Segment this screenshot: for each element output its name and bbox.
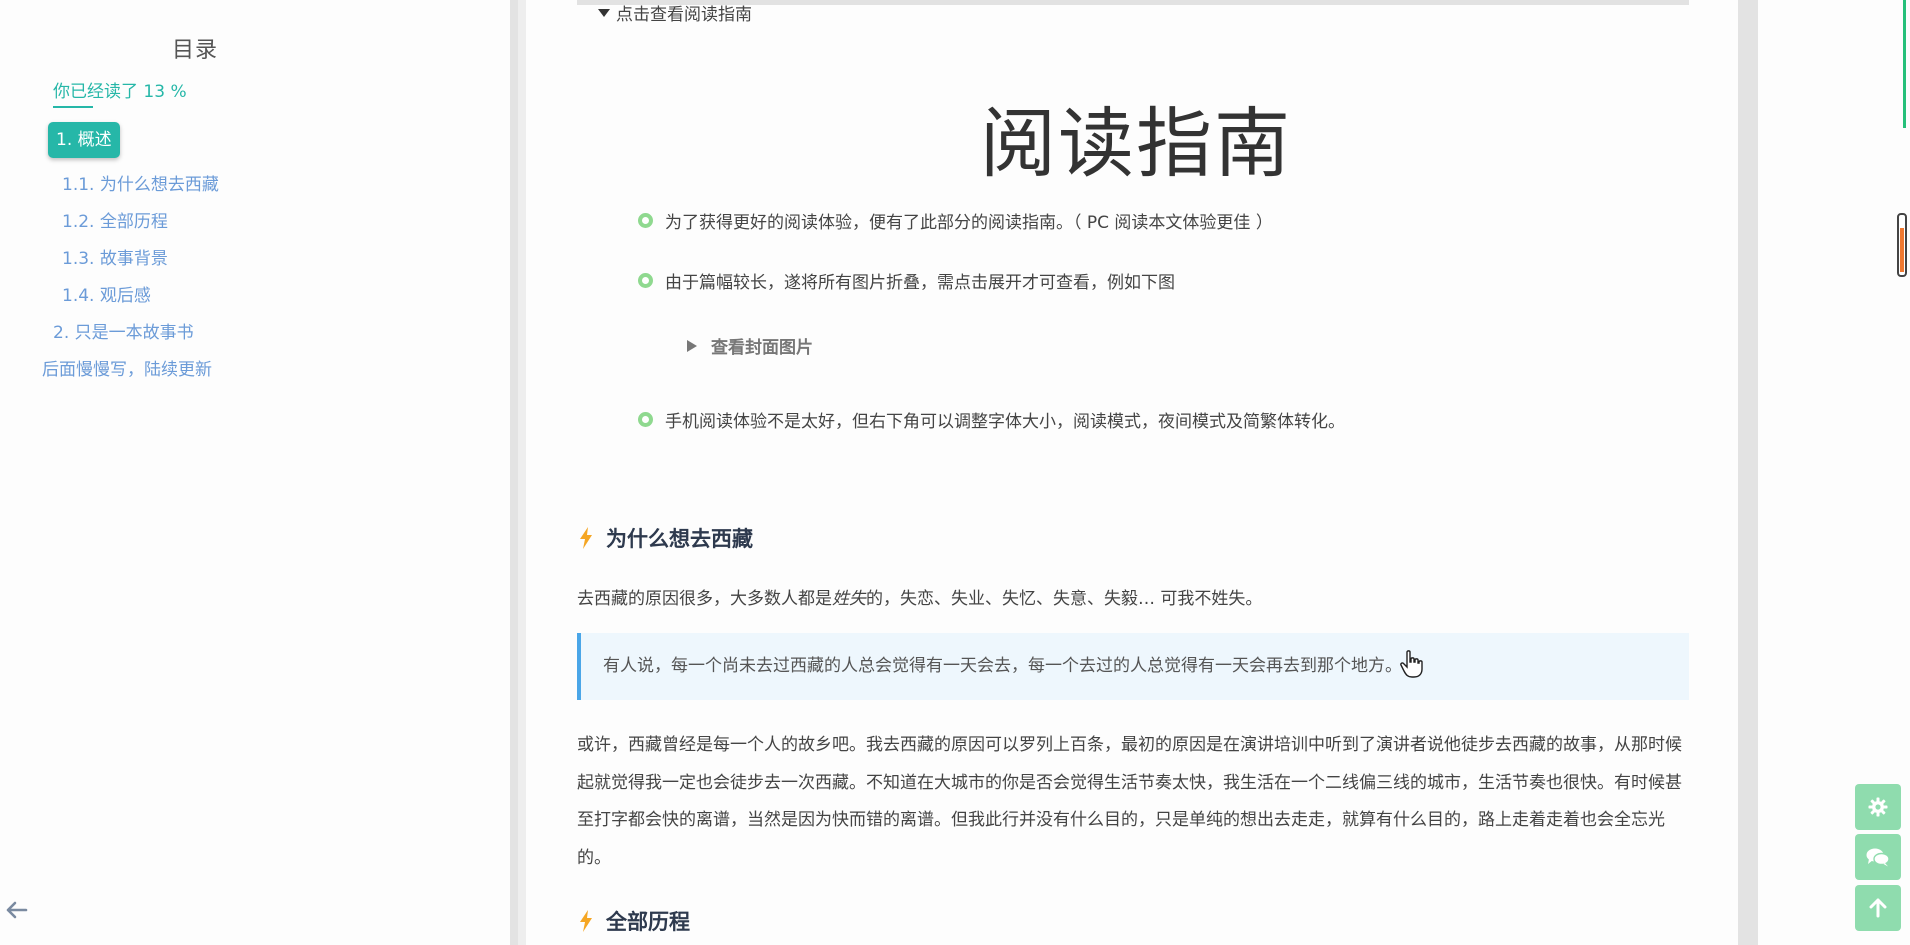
reading-guide-summary[interactable]: 点击查看阅读指南 bbox=[598, 0, 752, 25]
intro-text-emphasis: 姓失 bbox=[832, 589, 866, 609]
bullet-circle-icon bbox=[638, 412, 653, 427]
toc-item-overview[interactable]: 1. 概述 bbox=[48, 122, 120, 158]
arrow-left-icon[interactable] bbox=[6, 900, 28, 925]
toc-sidebar: 目录 你已经读了 13 % 1. 概述 1.1. 为什么想去西藏 1.2. 全部… bbox=[0, 0, 510, 945]
settings-button[interactable] bbox=[1855, 784, 1901, 830]
progress-underline bbox=[53, 106, 93, 108]
toc-item-more[interactable]: 后面慢慢写，陆续更新 bbox=[42, 355, 212, 380]
caret-down-icon bbox=[598, 9, 610, 17]
toc-title: 目录 bbox=[172, 38, 219, 63]
back-to-top-button[interactable] bbox=[1855, 885, 1901, 931]
guide-bullet-text: 手机阅读体验不是太好，但右下角可以调整字体大小，阅读模式，夜间模式及简繁体转化。 bbox=[665, 412, 1345, 432]
arrow-up-icon bbox=[1869, 898, 1887, 918]
toc-item-why-tibet[interactable]: 1.1. 为什么想去西藏 bbox=[62, 170, 219, 195]
bullet-circle-icon bbox=[638, 213, 653, 228]
page-scroll-indicator bbox=[1903, 0, 1906, 128]
intro-text-prefix: 去西藏的原因很多，大多数人都是 bbox=[577, 589, 832, 609]
toc-item-full-journey[interactable]: 1.2. 全部历程 bbox=[62, 207, 168, 232]
section-heading-why-tibet: 为什么想去西藏 bbox=[578, 523, 753, 553]
reading-guide-summary-label: 点击查看阅读指南 bbox=[616, 5, 752, 25]
comments-icon bbox=[1866, 848, 1890, 867]
guide-bullet: 由于篇幅较长，遂将所有图片折叠，需点击展开才可查看，例如下图 bbox=[638, 268, 1175, 293]
section-heading-text: 为什么想去西藏 bbox=[606, 527, 753, 551]
guide-bullet-text: 为了获得更好的阅读体验，便有了此部分的阅读指南。（ PC 阅读本文体验更佳 ） bbox=[665, 213, 1273, 233]
bolt-icon bbox=[580, 910, 592, 932]
content-left-shadow bbox=[518, 0, 526, 945]
toc-item-background[interactable]: 1.3. 故事背景 bbox=[62, 244, 168, 269]
bolt-icon bbox=[580, 527, 592, 549]
intro-text-suffix: 的，失恋、失业、失忆、失意、失毅… 可我不姓失。 bbox=[866, 589, 1263, 609]
intro-paragraph: 去西藏的原因很多，大多数人都是姓失的，失恋、失业、失忆、失意、失毅… 可我不姓失… bbox=[577, 584, 1262, 609]
comments-button[interactable] bbox=[1855, 834, 1901, 880]
cover-image-toggle[interactable]: 查看封面图片 bbox=[687, 333, 813, 358]
cover-image-toggle-label: 查看封面图片 bbox=[711, 338, 813, 358]
hand-cursor-icon bbox=[1400, 650, 1423, 678]
reading-progress: 你已经读了 13 % bbox=[53, 82, 187, 102]
mini-scrollbar-thumb[interactable] bbox=[1900, 228, 1904, 272]
caret-right-icon bbox=[687, 339, 697, 352]
guide-bullet: 手机阅读体验不是太好，但右下角可以调整字体大小，阅读模式，夜间模式及简繁体转化。 bbox=[638, 407, 1345, 432]
section-heading-full-journey: 全部历程 bbox=[578, 906, 690, 936]
gear-icon bbox=[1868, 797, 1888, 817]
why-tibet-paragraph: 或许，西藏曾经是每一个人的故乡吧。我去西藏的原因可以罗列上百条，最初的原因是在演… bbox=[577, 735, 1682, 868]
toc-item-story-book[interactable]: 2. 只是一本故事书 bbox=[53, 318, 194, 343]
section-heading-text: 全部历程 bbox=[606, 910, 690, 934]
guide-bullet-text: 由于篇幅较长，遂将所有图片折叠，需点击展开才可查看，例如下图 bbox=[665, 273, 1175, 293]
blockquote: 有人说，每一个尚未去过西藏的人总会觉得有一天会去，每一个去过的人总觉得有一天会再… bbox=[577, 633, 1689, 700]
bullet-circle-icon bbox=[638, 273, 653, 288]
blockquote-text: 有人说，每一个尚未去过西藏的人总会觉得有一天会去，每一个去过的人总觉得有一天会再… bbox=[603, 656, 1402, 676]
guide-bullet: 为了获得更好的阅读体验，便有了此部分的阅读指南。（ PC 阅读本文体验更佳 ） bbox=[638, 208, 1273, 233]
content-right-border bbox=[1738, 0, 1758, 945]
toc-item-reflection[interactable]: 1.4. 观后感 bbox=[62, 281, 151, 306]
reading-guide-title: 阅读指南 bbox=[980, 99, 1292, 188]
